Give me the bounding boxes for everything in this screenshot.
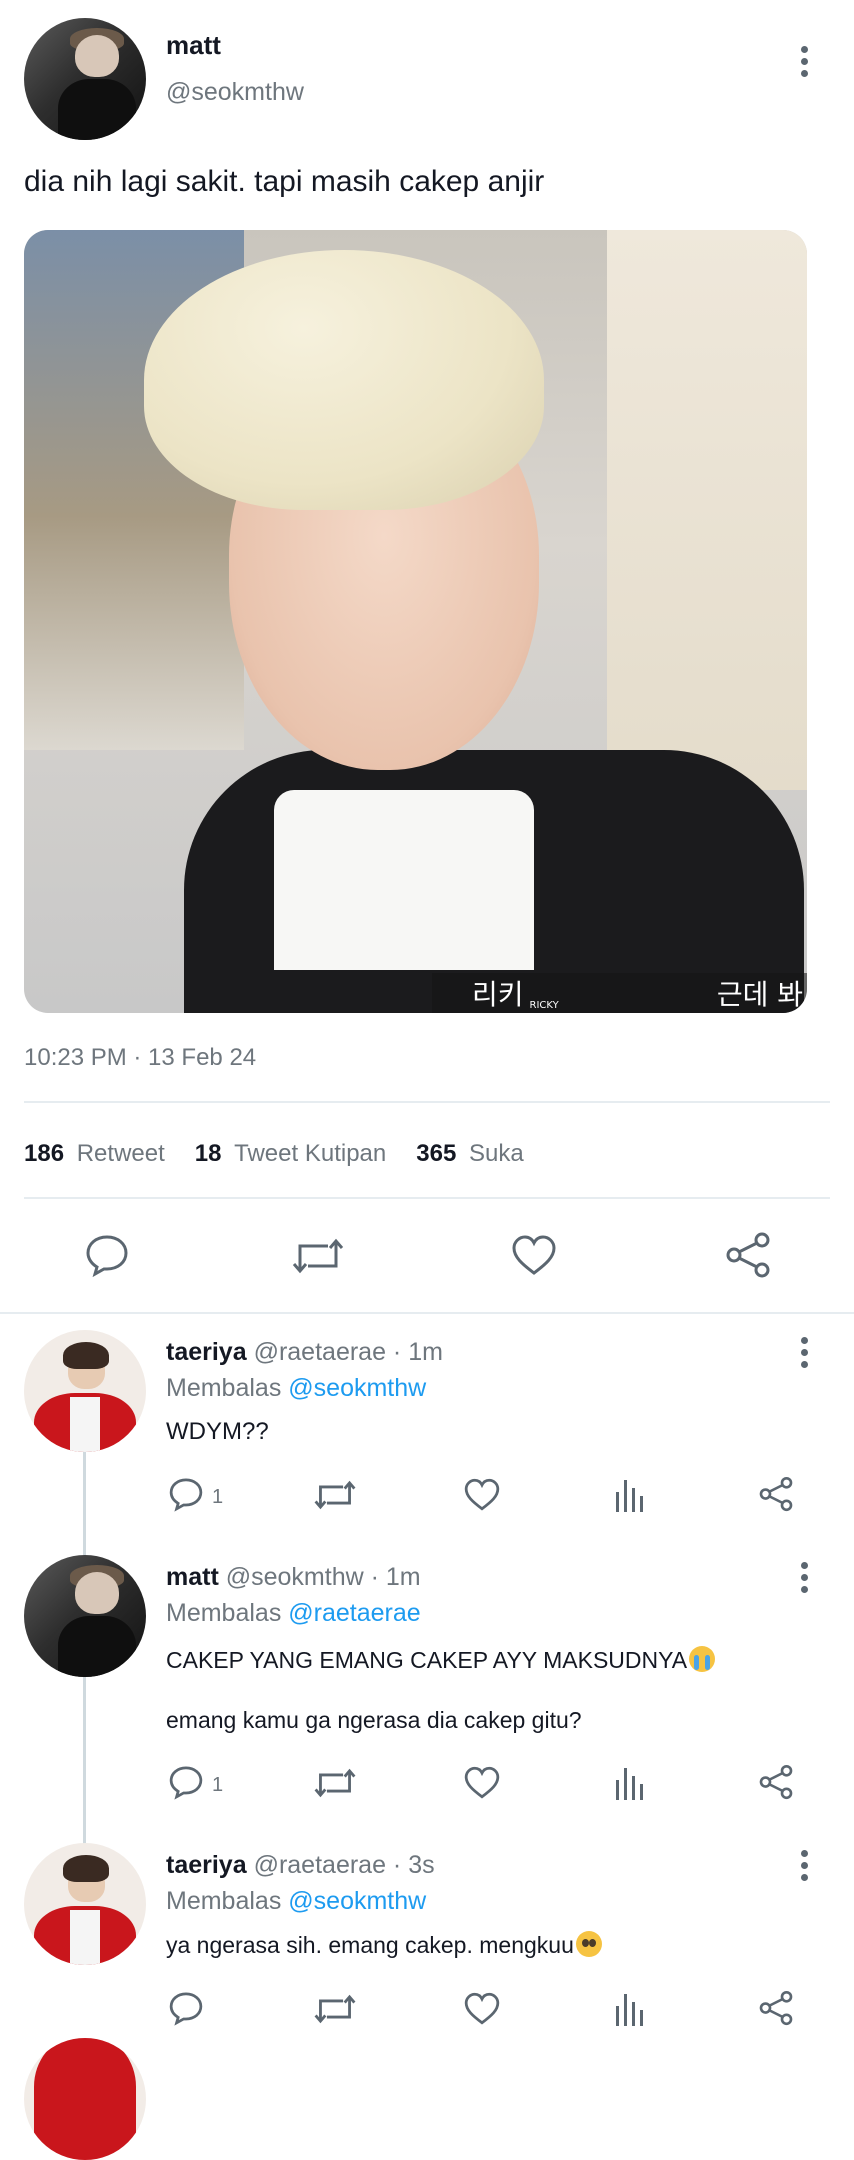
stat-label: Suka [468, 1140, 524, 1167]
retweet-icon[interactable] [314, 1477, 356, 1513]
reply-header: matt @seokmthw · 1m [166, 1563, 421, 1592]
bar-chart-icon[interactable] [614, 1766, 646, 1800]
speech-bubble-icon[interactable] [84, 1232, 130, 1278]
replying-to-link[interactable]: @seokmthw [288, 1374, 426, 1402]
media-caption-left: 리키 [472, 978, 524, 1011]
thread-line [83, 1450, 86, 1560]
bar-chart-icon[interactable] [614, 1992, 646, 2026]
reply-avatar-partial[interactable] [24, 2038, 146, 2160]
replying-prefix: Membalas [166, 1887, 282, 1915]
heart-icon[interactable] [463, 1765, 501, 1800]
share-icon[interactable] [758, 1990, 794, 2026]
more-options-icon[interactable] [800, 46, 808, 77]
replying-to-link[interactable]: @raetaerae [288, 1599, 420, 1627]
pleading-face-emoji-icon [575, 1931, 602, 1957]
media-caption-right: 근데 봐 [716, 978, 803, 1011]
more-options-icon[interactable] [800, 1337, 808, 1368]
heart-icon[interactable] [463, 1477, 501, 1512]
tweet-media-image[interactable]: 리키 RICKY 근데 봐 [24, 230, 807, 1013]
stat-retweets[interactable]: 186 Retweet [24, 1140, 165, 1168]
share-icon[interactable] [758, 1476, 794, 1512]
retweet-icon[interactable] [292, 1234, 344, 1278]
stat-likes[interactable]: 365 Suka [416, 1140, 523, 1168]
divider [24, 1197, 830, 1199]
more-options-icon[interactable] [800, 1562, 808, 1593]
bar-chart-icon[interactable] [614, 1478, 646, 1512]
reply-meta: @seokmthw · 1m [225, 1563, 421, 1591]
replying-to-link[interactable]: @seokmthw [288, 1887, 426, 1915]
replying-to: Membalas @raetaerae [166, 1599, 421, 1628]
author-name[interactable]: matt [166, 30, 221, 61]
reply-count: 1 [212, 1486, 224, 1508]
stat-label: Tweet Kutipan [234, 1140, 387, 1167]
media-caption-sub: RICKY [529, 1000, 559, 1011]
speech-bubble-icon[interactable] [168, 1990, 204, 2026]
stat-label: Retweet [76, 1140, 165, 1167]
reply-header: taeriya @raetaerae · 1m [166, 1338, 443, 1367]
thread-line [83, 1676, 86, 1844]
reply-text-line: ya ngerasa sih. emang cakep. mengkuu [166, 1931, 602, 1959]
reply-author-name[interactable]: matt [166, 1563, 219, 1591]
reply-avatar[interactable] [24, 1843, 146, 1965]
share-icon[interactable] [724, 1232, 772, 1278]
reply-avatar[interactable] [24, 1555, 146, 1677]
replying-prefix: Membalas [166, 1599, 282, 1627]
retweet-icon[interactable] [314, 1991, 356, 2027]
reply-author-name[interactable]: taeriya [166, 1338, 247, 1366]
speech-bubble-icon[interactable] [168, 1476, 204, 1512]
replying-to: Membalas @seokmthw [166, 1887, 426, 1916]
divider [0, 1312, 854, 1314]
reply-count: 1 [212, 1774, 224, 1796]
heart-icon[interactable] [463, 1991, 501, 2026]
reply-avatar[interactable] [24, 1330, 146, 1452]
stat-quote-tweets[interactable]: 18 Tweet Kutipan [195, 1140, 386, 1168]
reply-meta: @raetaerae · 3s [253, 1851, 435, 1879]
stats-bar: 186 Retweet 18 Tweet Kutipan 365 Suka [24, 1140, 524, 1168]
stat-count: 365 [416, 1140, 457, 1167]
divider [24, 1101, 830, 1103]
reply-text: CAKEP YANG EMANG CAKEP AYY MAKSUDNYA [166, 1647, 688, 1673]
tweet-text: dia nih lagi sakit. tapi masih cakep anj… [24, 165, 545, 198]
author-handle[interactable]: @seokmthw [166, 78, 304, 107]
reply-text: ya ngerasa sih. emang cakep. mengkuu [166, 1932, 574, 1958]
reply-meta: @raetaerae · 1m [253, 1338, 443, 1366]
media-subtitle-overlay: 리키 RICKY 근데 봐 [432, 973, 807, 1013]
share-icon[interactable] [758, 1764, 794, 1800]
reply-text: WDYM?? [166, 1418, 269, 1445]
tweet-timestamp: 10:23 PM · 13 Feb 24 [24, 1044, 257, 1071]
crying-face-emoji-icon [689, 1646, 716, 1672]
replying-prefix: Membalas [166, 1374, 282, 1402]
heart-icon[interactable] [510, 1233, 558, 1277]
more-options-icon[interactable] [800, 1850, 808, 1881]
reply-header: taeriya @raetaerae · 3s [166, 1851, 435, 1880]
stat-count: 18 [194, 1140, 222, 1167]
replying-to: Membalas @seokmthw [166, 1374, 426, 1403]
author-avatar[interactable] [24, 18, 146, 140]
reply-text-line: CAKEP YANG EMANG CAKEP AYY MAKSUDNYA [166, 1646, 716, 1674]
reply-text-2: emang kamu ga ngerasa dia cakep gitu? [166, 1707, 582, 1733]
retweet-icon[interactable] [314, 1765, 356, 1801]
speech-bubble-icon[interactable] [168, 1764, 204, 1800]
reply-author-name[interactable]: taeriya [166, 1851, 247, 1879]
stat-count: 186 [24, 1140, 65, 1167]
